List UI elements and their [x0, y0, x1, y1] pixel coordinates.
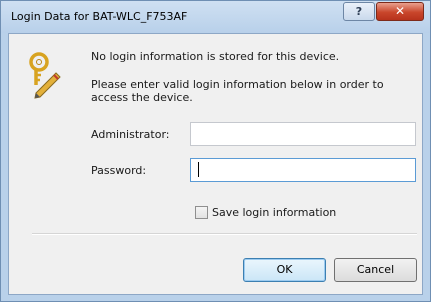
help-button[interactable]: ?	[343, 2, 375, 21]
administrator-label: Administrator:	[91, 128, 170, 141]
ok-button[interactable]: OK	[243, 258, 326, 282]
dialog-body: No login information is stored for this …	[8, 33, 423, 295]
save-login-checkbox[interactable]	[195, 206, 208, 219]
window-title: Login Data for BAT-WLC_F753AF	[11, 10, 188, 23]
question-mark-icon: ?	[355, 5, 363, 18]
close-icon: ✕	[394, 4, 406, 18]
enter-login-prompt: Please enter valid login information bel…	[91, 78, 384, 104]
close-button[interactable]: ✕	[376, 2, 424, 21]
title-bar[interactable]: Login Data for BAT-WLC_F753AF ? ✕	[1, 1, 430, 33]
password-field[interactable]	[190, 158, 416, 182]
no-login-info-message: No login information is stored for this …	[91, 50, 340, 63]
save-login-label[interactable]: Save login information	[212, 206, 336, 219]
administrator-field[interactable]	[190, 122, 416, 146]
login-dialog-window: Login Data for BAT-WLC_F753AF ? ✕ No log…	[0, 0, 431, 302]
cancel-button[interactable]: Cancel	[334, 258, 417, 282]
key-pencil-icon	[29, 52, 61, 99]
password-label: Password:	[91, 164, 147, 177]
text-caret	[198, 162, 199, 177]
divider	[32, 233, 417, 235]
